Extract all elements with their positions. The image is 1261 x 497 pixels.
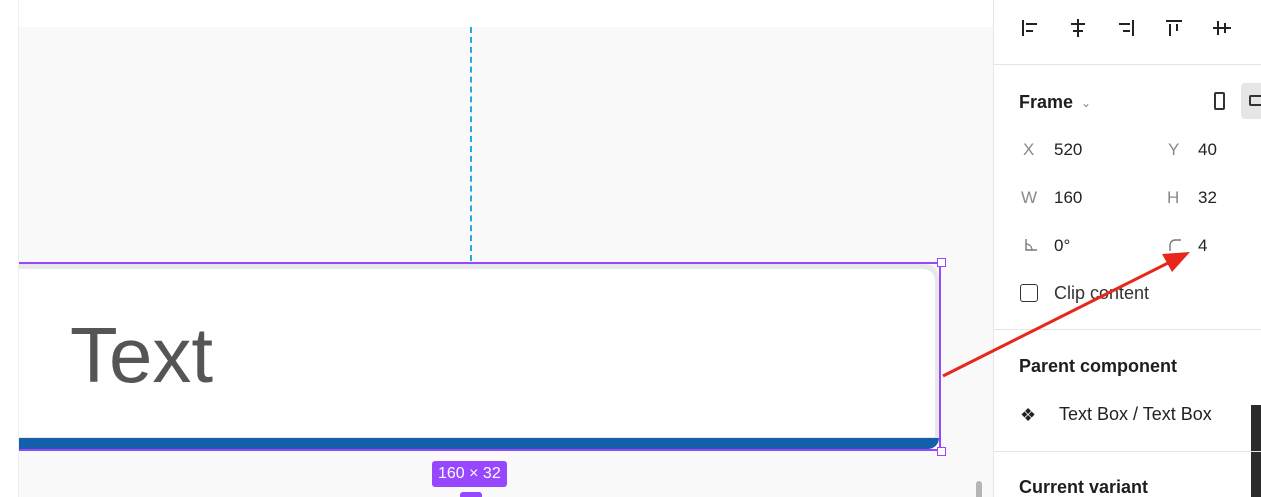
width-input[interactable]: 160 <box>1054 188 1082 208</box>
chevron-down-icon[interactable]: ⌄ <box>1081 96 1091 110</box>
h-label: H <box>1167 188 1180 207</box>
selection-outline <box>19 262 941 451</box>
height-input[interactable]: 32 <box>1198 188 1217 208</box>
center-guide-line <box>470 27 472 261</box>
size-badge: 160 × 32 <box>432 461 507 487</box>
align-right-icon[interactable] <box>1112 14 1140 42</box>
rotation-input[interactable]: 0° <box>1054 236 1070 256</box>
canvas-scrollbar[interactable] <box>976 481 982 497</box>
clip-content-label[interactable]: Clip content <box>1054 283 1149 304</box>
y-label: Y <box>1168 140 1180 159</box>
align-vertical-center-icon[interactable] <box>1208 14 1236 42</box>
resize-handle-top-right[interactable] <box>937 258 946 267</box>
left-panel-edge <box>0 0 19 497</box>
resize-handle-bottom-right[interactable] <box>937 447 946 456</box>
design-canvas[interactable]: Text 160 × 32 <box>0 0 993 497</box>
x-input[interactable]: 520 <box>1054 140 1082 160</box>
properties-panel: Frame ⌄ X 520 Y 40 W 160 H 32 0° 4 Clip … <box>993 0 1261 497</box>
portrait-orientation-icon[interactable] <box>1214 92 1225 110</box>
align-top-icon[interactable] <box>1160 14 1188 42</box>
frame-section-title[interactable]: Frame <box>1019 92 1073 113</box>
x-label: X <box>1023 140 1035 159</box>
landscape-orientation-icon <box>1249 95 1261 106</box>
align-horizontal-center-icon[interactable] <box>1064 14 1092 42</box>
align-left-icon[interactable] <box>1016 14 1044 42</box>
alignment-toolbar <box>994 0 1261 65</box>
section-divider <box>994 451 1261 452</box>
current-variant-title: Current variant <box>1019 477 1149 497</box>
corner-radius-icon <box>1168 238 1182 257</box>
corner-radius-input[interactable]: 4 <box>1198 236 1207 256</box>
parent-component-name[interactable]: Text Box / Text Box <box>1059 404 1212 425</box>
size-badge-tab <box>460 492 482 497</box>
rotation-icon <box>1024 238 1038 257</box>
parent-component-title: Parent component <box>1019 356 1178 376</box>
landscape-orientation-button[interactable] <box>1241 83 1261 119</box>
section-divider <box>994 329 1261 330</box>
clip-content-checkbox[interactable] <box>1020 284 1038 302</box>
w-label: W <box>1021 188 1038 207</box>
y-input[interactable]: 40 <box>1198 140 1217 160</box>
component-icon: ❖ <box>1020 405 1037 425</box>
